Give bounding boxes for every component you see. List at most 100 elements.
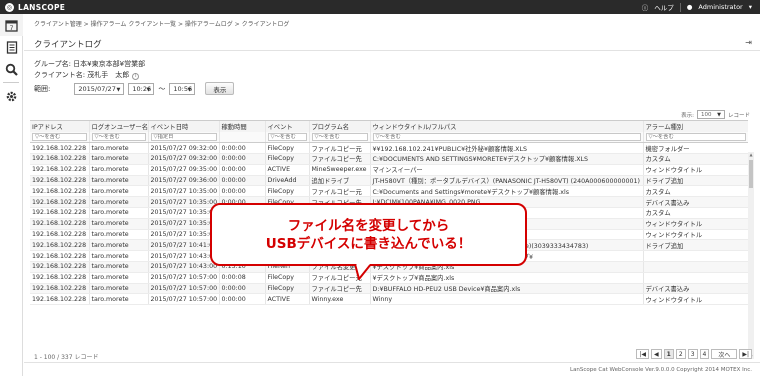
cell-event-time: 2015/07/27 10:41:00 — [148, 239, 220, 252]
client-name-row: クライアント名: 茂札手 太郎 i — [34, 70, 140, 80]
scrollbar-thumb[interactable] — [749, 160, 753, 188]
filter-cell: ▽〜を含む — [265, 132, 310, 144]
column-header-event[interactable]: イベント — [265, 121, 310, 132]
filter-cell: ▽〜を含む — [643, 132, 748, 144]
cell-ip-address: 192.168.102.228 — [30, 153, 90, 165]
sidebar: 7 — [0, 14, 23, 376]
column-header-event-time[interactable]: イベント日時 — [148, 121, 220, 132]
page-1-button[interactable]: 1 — [663, 349, 674, 359]
cell-window-title: ¥デスクトップ¥商品案内.xls — [370, 272, 644, 284]
filter-input-event-time[interactable]: ▽指定日 — [150, 133, 217, 142]
cell-ip-address: 192.168.102.228 — [30, 239, 90, 252]
date-select[interactable]: 2015/07/27 ▼ — [74, 82, 125, 95]
cell-event-time: 2015/07/27 10:35:00 — [148, 229, 220, 241]
pagination: |◀ ◀ 1 2 3 4 次へ ▶| — [636, 349, 752, 359]
cell-ip-address: 192.168.102.228 — [30, 272, 90, 284]
cell-logon-user: taro.morete — [89, 185, 149, 198]
filter-input-event[interactable]: ▽〜を含む — [267, 133, 307, 142]
vertical-scrollbar[interactable]: ▲ ▼ — [748, 152, 754, 359]
cell-window-title: C:¥Documents and Settings¥morete¥デスクトップ¥… — [370, 185, 644, 198]
prev-page-button[interactable]: ◀ — [651, 349, 662, 359]
top-right-menu: ⓘ ヘルプ ● Administrator ▾ — [642, 0, 752, 14]
scroll-up-icon[interactable]: ▲ — [748, 152, 754, 157]
document-list-icon — [6, 40, 17, 54]
table-row[interactable]: 192.168.102.228 taro.morete 2015/07/27 09:… — [30, 164, 748, 176]
cell-event-time: 2015/07/27 10:57:00 — [148, 283, 220, 295]
table-row[interactable]: 192.168.102.228 taro.morete 2015/07/27 10:… — [30, 283, 748, 295]
page-4-button[interactable]: 4 — [699, 349, 710, 359]
filter-input-program-name[interactable]: ▽〜を含む — [311, 133, 368, 142]
table-row[interactable]: 192.168.102.228 taro.morete 2015/07/27 09:… — [30, 153, 748, 165]
per-page-select[interactable]: 100 ▼ — [696, 110, 725, 119]
filter-input-ip-address[interactable]: ▽〜を含む — [32, 133, 87, 142]
column-header-uptime[interactable]: 稼動時間 — [219, 121, 266, 132]
show-button[interactable]: 表示 — [205, 82, 235, 95]
cell-event: FileCopy — [265, 153, 310, 165]
column-header-alarm-type[interactable]: アラーム種別 — [643, 121, 748, 132]
log-list-button[interactable] — [0, 36, 23, 58]
last-page-button[interactable]: ▶| — [739, 349, 752, 359]
cell-event: FileCopy — [265, 142, 310, 155]
range-filter: 範囲: 2015/07/27 ▼ 10:26 ▼ 〜 10:56 ▼ 表示 — [34, 82, 235, 95]
cell-uptime: 0:00:00 — [219, 164, 266, 176]
cell-ip-address: 192.168.102.228 — [30, 218, 90, 230]
cell-event: FileCopy — [265, 272, 310, 284]
cell-program-name: 追加ドライブ — [309, 175, 371, 187]
page-2-button[interactable]: 2 — [675, 349, 686, 359]
footer: LanScope Cat WebConsole Ver.9.0.0.0 Copy… — [24, 362, 760, 376]
breadcrumb[interactable]: クライアント管理 > 操作アラーム クライアント一覧 > 操作アラームログ > … — [34, 19, 289, 28]
table-row[interactable]: 192.168.102.228 taro.morete 2015/07/27 09:… — [30, 175, 748, 187]
cell-uptime: 0:00:08 — [219, 272, 266, 284]
cell-ip-address: 192.168.102.228 — [30, 293, 90, 306]
column-header-ip-address[interactable]: IPアドレス — [30, 121, 90, 132]
header-row: IPアドレス ログオンユーザー名 イベント日時 稼動時間 イベント プログラム名 ウィンドウ… — [30, 121, 748, 132]
cell-alarm-type: 機密フォルダー — [643, 142, 748, 155]
info-icon[interactable]: i — [132, 73, 140, 80]
filter-input-alarm-type[interactable]: ▽〜を含む — [645, 133, 746, 142]
search-button[interactable] — [0, 58, 23, 80]
cell-window-title: ¥¥192.168.102.241¥PUBLIC¥社外秘¥顧客情報.XLS — [370, 142, 644, 155]
cell-alarm-type — [643, 250, 748, 263]
cell-event-time: 2015/07/27 10:57:00 — [148, 272, 220, 284]
cell-event-time: 2015/07/27 10:35:00 — [148, 185, 220, 198]
chevron-down-icon: ▼ — [187, 86, 192, 93]
help-icon[interactable]: ⓘ — [642, 2, 649, 12]
filter-cell: ▽〜を含む — [309, 132, 371, 144]
first-page-button[interactable]: |◀ — [636, 349, 650, 359]
table-row[interactable]: 192.168.102.228 taro.morete 2015/07/27 10:… — [30, 272, 748, 284]
cell-alarm-type: カスタム — [643, 207, 748, 219]
logo-mark-icon: ◎ — [5, 2, 14, 12]
filter-input-logon-user[interactable]: ▽〜を含む — [91, 133, 146, 142]
calendar-button[interactable]: 7 — [0, 14, 23, 36]
cell-ip-address: 192.168.102.228 — [30, 283, 90, 295]
filter-input-window-title[interactable]: ▽〜を含む — [372, 133, 641, 142]
column-header-program-name[interactable]: プログラム名 — [309, 121, 371, 132]
per-page-label: 表示: — [681, 112, 694, 119]
gear-icon — [6, 91, 17, 101]
cell-event-time: 2015/07/27 10:57:00 — [148, 293, 220, 306]
to-time-select[interactable]: 10:56 ▼ — [169, 82, 196, 95]
table-row[interactable]: 192.168.102.228 taro.morete 2015/07/27 09:… — [30, 142, 748, 155]
collapse-icon[interactable]: ⇥ — [745, 38, 752, 47]
copyright: LanScope Cat WebConsole Ver.9.0.0.0 Copy… — [570, 366, 752, 373]
chevron-down-icon[interactable]: ▾ — [749, 3, 752, 11]
help-link[interactable]: ヘルプ — [654, 2, 674, 12]
page-3-button[interactable]: 3 — [687, 349, 698, 359]
cell-event: ACTIVE — [265, 293, 310, 306]
cell-window-title: D:¥BUFFALO HD-PEU2 USB Device¥商品案内.xls — [370, 283, 644, 295]
settings-button[interactable] — [0, 85, 23, 107]
record-count: 1 - 100 / 337 レコード — [34, 354, 99, 361]
column-header-logon-user[interactable]: ログオンユーザー名 — [89, 121, 149, 132]
cell-logon-user: taro.morete — [89, 164, 149, 176]
cell-alarm-type: ドライブ追加 — [643, 239, 748, 252]
cell-program-name: ファイルコピー先 — [309, 283, 371, 295]
from-time-select[interactable]: 10:26 ▼ — [128, 82, 155, 95]
table-row[interactable]: 192.168.102.228 taro.morete 2015/07/27 10:… — [30, 293, 748, 306]
next-page-button[interactable]: 次へ — [711, 349, 738, 359]
column-header-window-title[interactable]: ウィンドウタイトル/フルパス — [370, 121, 644, 132]
calendar-icon: 7 — [5, 19, 18, 32]
app-logo[interactable]: ◎ LANSCOPE — [5, 2, 65, 12]
table-row[interactable]: 192.168.102.228 taro.morete 2015/07/27 10:… — [30, 185, 748, 198]
cell-uptime: 0:00:00 — [219, 153, 266, 165]
user-menu[interactable]: Administrator — [698, 3, 742, 11]
